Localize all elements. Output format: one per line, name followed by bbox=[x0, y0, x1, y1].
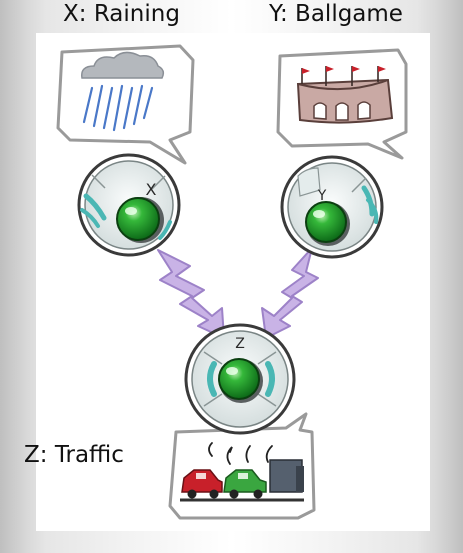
node-y: Y bbox=[280, 155, 384, 259]
node-z: Z bbox=[184, 323, 296, 435]
lightning-arrow-icon bbox=[157, 249, 225, 339]
node-x: X bbox=[77, 153, 181, 257]
node-x-letter: X bbox=[146, 180, 157, 199]
bayes-net-diagram: X Y Z bbox=[56, 44, 408, 520]
thought-bubble-y bbox=[276, 48, 408, 160]
node-z-letter: Z bbox=[235, 336, 245, 352]
node-y-letter: Y bbox=[317, 188, 327, 204]
thought-bubble-x bbox=[56, 44, 195, 165]
lightning-arrow-icon bbox=[261, 247, 319, 339]
